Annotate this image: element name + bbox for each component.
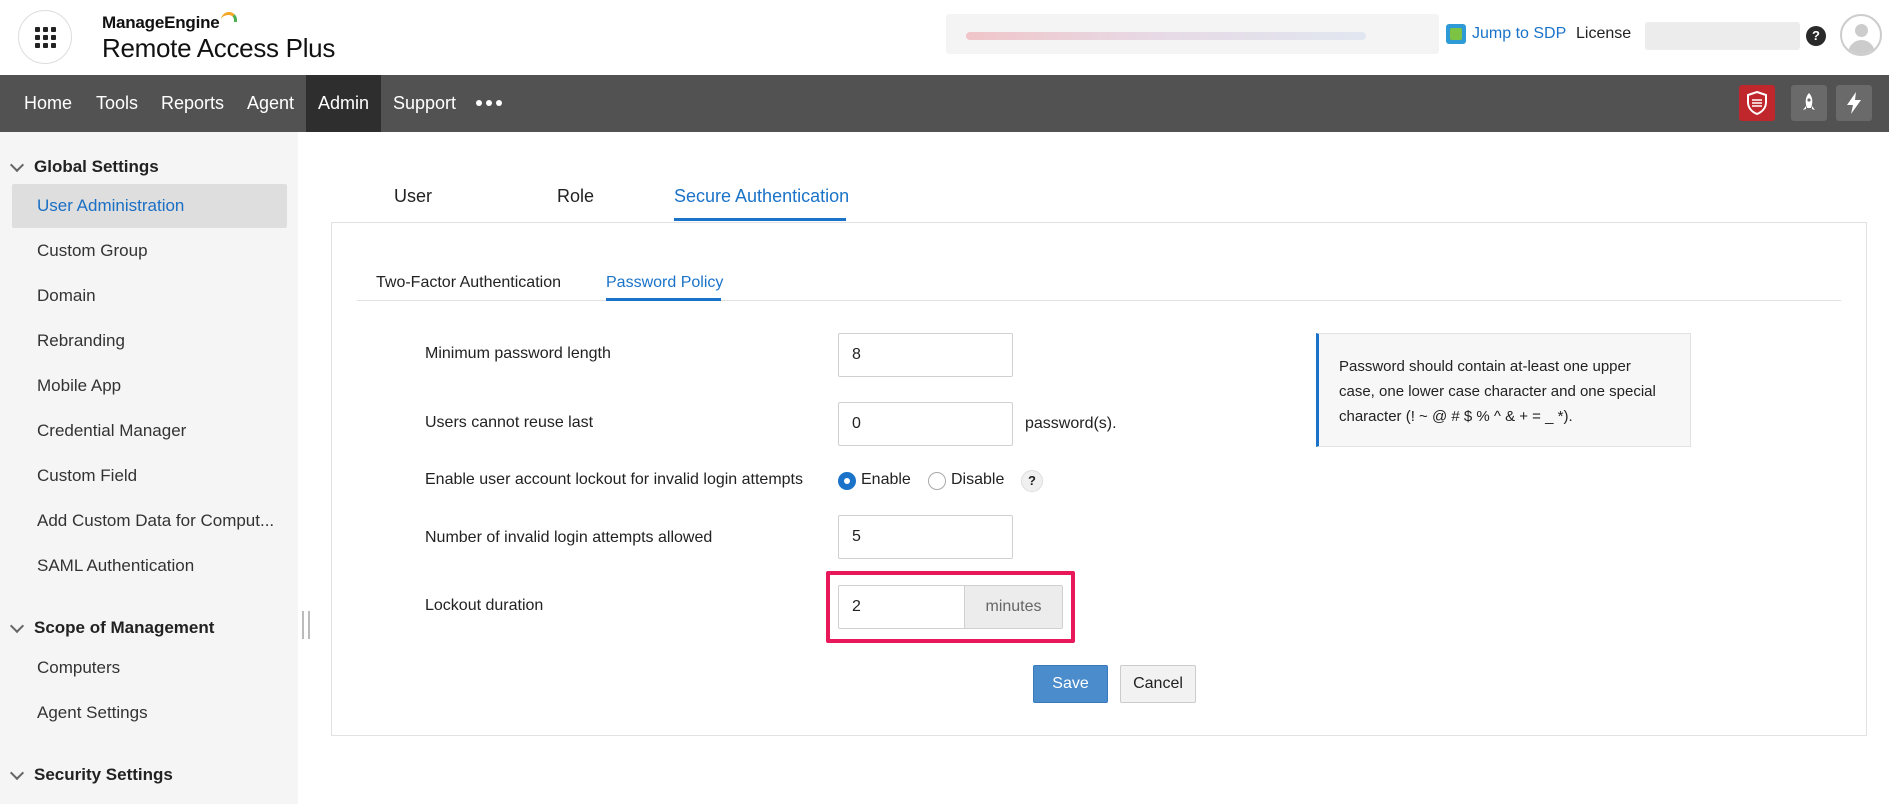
lightning-icon[interactable] [1836, 85, 1872, 121]
top-bar: ManageEngine Remote Access Plus Jump to … [0, 0, 1889, 75]
avatar[interactable] [1840, 14, 1882, 56]
tab-role[interactable]: Role [557, 186, 594, 207]
active-tab-indicator [674, 218, 846, 221]
password-policy-info: Password should contain at-least one upp… [1316, 333, 1691, 447]
invalid-attempts-label: Number of invalid login attempts allowed [425, 529, 713, 546]
subtab-divider [357, 300, 1841, 301]
brand-logo: ManageEngine Remote Access Plus [102, 12, 335, 64]
sidebar-item-rebranding[interactable]: Rebranding [12, 319, 287, 363]
sdp-icon [1446, 24, 1466, 44]
chevron-down-icon [9, 157, 25, 172]
section-global-settings[interactable]: Global Settings [9, 157, 159, 177]
lockout-help-icon[interactable]: ? [1021, 470, 1043, 492]
nav-reports[interactable]: Reports [149, 75, 236, 132]
cancel-button[interactable]: Cancel [1120, 665, 1196, 703]
lockout-enable-label: Enable user account lockout for invalid … [425, 471, 803, 488]
disable-radio-label[interactable]: Disable [951, 471, 1004, 489]
redacted-user-info [1645, 22, 1800, 50]
chevron-down-icon [9, 618, 25, 633]
reuse-label: Users cannot reuse last [425, 414, 594, 431]
lockout-duration-field: 2 minutes [838, 585, 1063, 629]
section-title: Scope of Management [34, 618, 215, 637]
license-link[interactable]: License [1576, 25, 1631, 43]
lockout-duration-input[interactable]: 2 [839, 586, 964, 628]
sidebar-item-domain[interactable]: Domain [12, 274, 287, 318]
min-length-input[interactable]: 8 [838, 333, 1013, 377]
disable-radio[interactable] [928, 472, 946, 490]
sidebar-item-saml-authentication[interactable]: SAML Authentication [12, 544, 287, 588]
section-title: Global Settings [34, 157, 159, 176]
enable-radio[interactable] [838, 472, 856, 490]
reuse-suffix: password(s). [1025, 415, 1117, 432]
section-title: Security Settings [34, 765, 173, 784]
lockout-duration-unit: minutes [964, 586, 1062, 628]
min-length-label: Minimum password length [425, 345, 611, 362]
save-button[interactable]: Save [1033, 665, 1108, 703]
apps-grid-icon[interactable] [18, 10, 72, 64]
sidebar-item-credential-manager[interactable]: Credential Manager [12, 409, 287, 453]
nav-agent[interactable]: Agent [235, 75, 306, 132]
enable-radio-label[interactable]: Enable [861, 471, 911, 489]
sidebar-item-user-administration[interactable]: User Administration [12, 184, 287, 228]
active-subtab-indicator [606, 298, 721, 301]
help-icon[interactable]: ? [1806, 26, 1826, 46]
chevron-down-icon [9, 765, 25, 780]
brand-arc-icon [220, 12, 237, 22]
sidebar-item-computers[interactable]: Computers [12, 646, 287, 690]
section-security-settings[interactable]: Security Settings [9, 765, 173, 785]
subtab-password-policy[interactable]: Password Policy [606, 274, 723, 292]
section-scope-of-management[interactable]: Scope of Management [9, 618, 215, 638]
sidebar-item-mobile-app[interactable]: Mobile App [12, 364, 287, 408]
sidebar-item-add-custom-data[interactable]: Add Custom Data for Comput... [12, 499, 287, 543]
sidebar-item-custom-group[interactable]: Custom Group [12, 229, 287, 273]
nav-home[interactable]: Home [12, 75, 84, 132]
rocket-icon[interactable] [1791, 85, 1827, 121]
more-options-icon[interactable] [476, 100, 502, 106]
subtab-two-factor-authentication[interactable]: Two-Factor Authentication [376, 274, 561, 292]
invalid-attempts-input[interactable]: 5 [838, 515, 1013, 559]
sidebar-item-custom-field[interactable]: Custom Field [12, 454, 287, 498]
shield-icon[interactable] [1739, 85, 1775, 121]
main-nav: Home Tools Reports Agent Admin Support [0, 75, 1889, 132]
jump-to-sdp-link[interactable]: Jump to SDP [1446, 24, 1566, 44]
reuse-input[interactable]: 0 [838, 402, 1013, 446]
redacted-banner [946, 14, 1439, 54]
sidebar: Global Settings User Administration Cust… [0, 132, 298, 804]
sidebar-collapse-handle[interactable] [302, 611, 310, 639]
brand-product-name: Remote Access Plus [102, 33, 336, 63]
jump-to-sdp-label: Jump to SDP [1472, 25, 1567, 42]
sidebar-item-agent-settings[interactable]: Agent Settings [12, 691, 287, 735]
brand-company: ManageEngine [102, 13, 220, 32]
nav-admin[interactable]: Admin [306, 75, 382, 132]
nav-tools[interactable]: Tools [84, 75, 150, 132]
nav-support[interactable]: Support [381, 75, 468, 132]
tab-secure-authentication[interactable]: Secure Authentication [674, 186, 849, 207]
lockout-duration-label: Lockout duration [425, 597, 544, 614]
tab-user[interactable]: User [394, 186, 432, 207]
